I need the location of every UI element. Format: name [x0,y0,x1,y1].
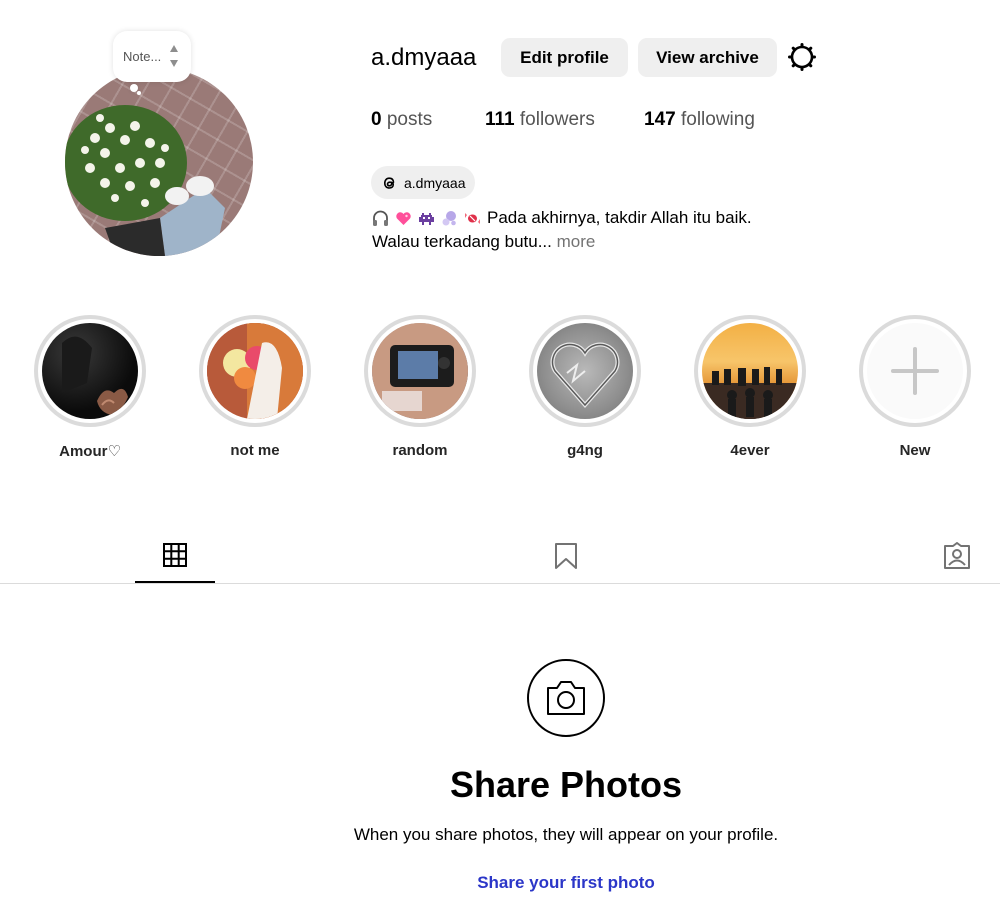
bio-more-link[interactable]: more [557,232,596,251]
highlight-g4ng-photo [550,342,620,409]
avatar-image[interactable] [65,68,253,256]
following-label: following [680,109,755,130]
tab-saved[interactable] [526,528,606,584]
following-count: 147 [644,109,676,130]
tab-tagged[interactable] [917,528,997,584]
threads-link[interactable]: a.dmyaaa [371,166,475,199]
highlight-cover [537,323,633,419]
note-text: Note... [123,49,162,64]
profile-username: a.dmyaaa [371,44,477,71]
bio-line-1: Pada akhirnya, takdir Allah itu baik. [487,208,752,227]
camera-icon [547,681,585,715]
settings-gear-icon[interactable] [787,42,817,72]
grid-icon [163,542,187,567]
profile-bio: Pada akhirnya, takdir Allah itu baik. Wa… [372,206,932,254]
empty-state-title: Share Photos [449,764,683,805]
followers-label: followers [519,109,595,130]
highlight-cover [207,323,303,419]
highlight-label: 4ever [730,442,770,459]
followers-stat[interactable]: 111 followers [485,109,595,131]
edit-profile-button[interactable]: Edit profile [501,38,628,77]
highlight-label: Amour♡ [59,443,121,460]
avatar-photo [65,105,225,256]
highlight-label: random [392,442,448,459]
highlight-amour[interactable]: Amour♡ [34,315,146,460]
highlight-random-photo [372,323,468,419]
plus-icon [891,347,939,395]
note-bubble-dot-small [137,91,141,95]
threads-handle: a.dmyaaa [404,174,466,191]
highlight-amour-photo [62,336,128,415]
highlight-label: g4ng [567,442,603,459]
highlight-label: New [899,442,931,459]
alien-monster-emoji-icon [419,213,434,226]
highlight-new[interactable]: New [859,315,971,459]
bio-emojis [372,210,481,227]
tab-posts[interactable] [135,528,215,583]
following-stat[interactable]: 147 following [644,109,755,131]
highlight-not-me[interactable]: not me [199,315,311,459]
highlight-g4ng[interactable]: g4ng [529,315,641,459]
note-bubble[interactable]: Note... [113,31,191,82]
empty-state-subtitle: When you share photos, they will appear … [353,825,779,844]
highlight-ring [529,315,641,427]
highlight-cover [702,323,798,419]
view-archive-button[interactable]: View archive [638,38,777,77]
share-first-photo-link[interactable]: Share your first photo [0,873,1000,893]
highlight-ring [859,315,971,427]
threads-icon [383,176,395,189]
headphones-emoji-icon [373,210,388,227]
highlight-cover [372,323,468,419]
sort-arrows-icon [170,45,178,67]
profile-tabs [0,528,1000,584]
candy-emoji-icon [465,213,480,225]
bio-line-2: Walau terkadang butu... [372,232,552,251]
followers-count: 111 [485,109,515,130]
highlight-not-me-photo [207,323,303,419]
highlight-4ever-photo [702,367,798,419]
posts-label: posts [386,109,433,130]
profile-avatar[interactable] [65,68,253,256]
tagged-icon [944,542,970,569]
highlight-random[interactable]: random [364,315,476,459]
highlight-4ever[interactable]: 4ever [694,315,806,459]
camera-circle [527,659,605,737]
posts-stat: 0 posts [371,109,432,131]
bubbles-emoji-icon [442,211,456,226]
highlight-cover [42,323,138,419]
highlight-ring [199,315,311,427]
bookmark-icon [555,543,577,569]
highlight-cover [867,323,963,419]
pink-heart-emoji-icon [396,212,411,226]
posts-count: 0 [371,109,382,130]
highlight-label: not me [230,442,280,459]
highlight-ring [34,315,146,427]
highlight-ring [364,315,476,427]
highlight-ring [694,315,806,427]
